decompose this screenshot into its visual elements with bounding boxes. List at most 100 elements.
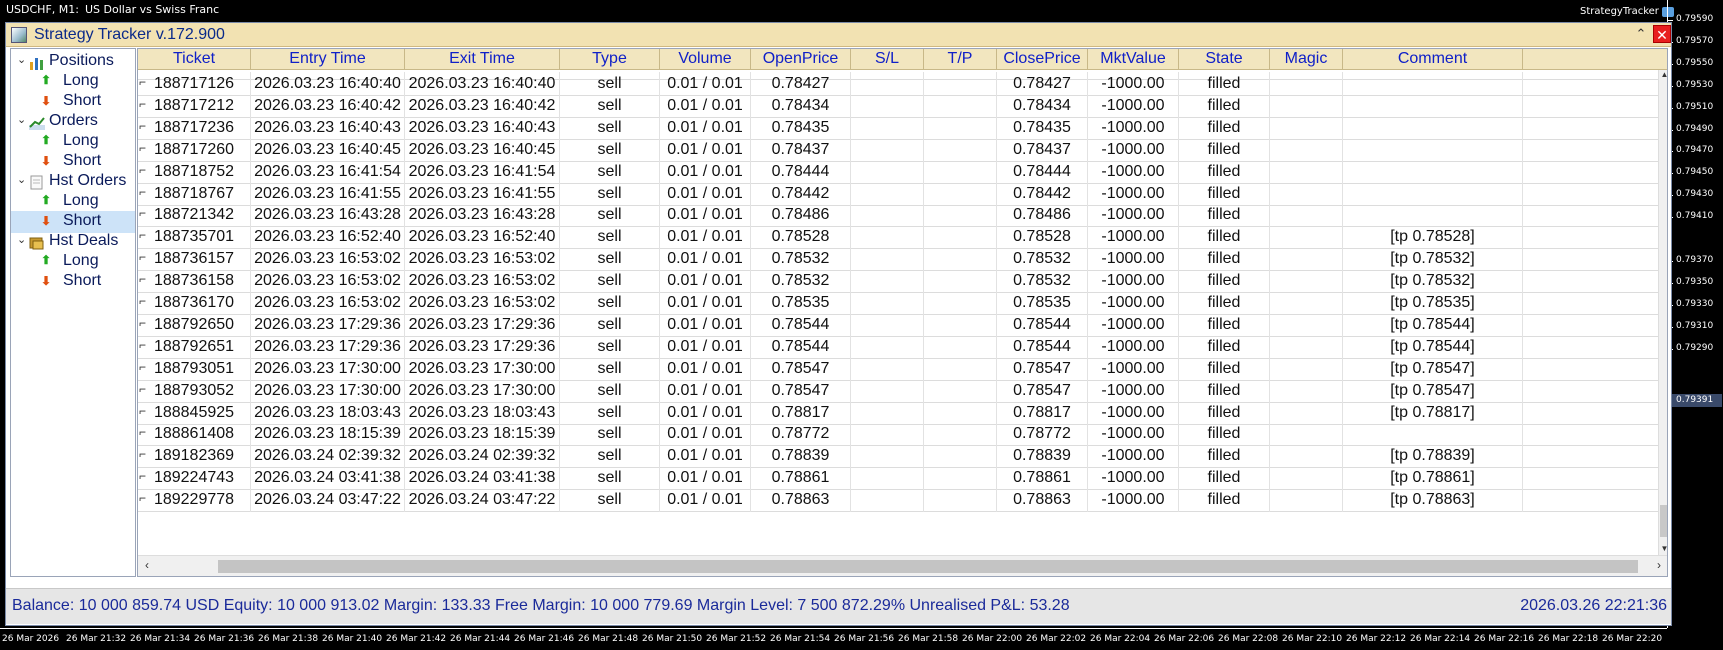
column-header-openprice[interactable]: OpenPrice [751,49,851,70]
cell-magic [1270,444,1343,469]
current-price-label: 0.79391 [1670,394,1722,407]
cell-state: filled [1179,225,1270,250]
cell-volume: 0.01 / 0.01 [660,466,751,491]
cell-comment [1343,72,1523,96]
time-label: 26 Mar 21:36 [194,634,255,644]
table-row[interactable]: ⌐ 188736158 2026.03.23 16:53:02 2026.03.23 … [138,269,1658,294]
cell-openprice: 0.78535 [751,291,851,315]
column-header-ticket[interactable]: Ticket [138,49,251,70]
tree-item-short[interactable]: ⬇ Short [11,91,135,113]
orders-table: Ticket Entry Time Exit Time Type Volume OpenP… [137,48,1668,577]
cell-volume: 0.01 / 0.01 [660,269,751,294]
tree-item-orders[interactable]: ⌄ Orders [11,111,135,133]
table-row[interactable]: ⌐ 188721342 2026.03.23 16:43:28 2026.03.23 … [138,203,1658,228]
tree-item-long[interactable]: ⬆ Long [11,131,135,153]
cell-openprice: 0.78861 [751,466,851,491]
column-header-state[interactable]: State [1179,49,1270,70]
cell-s-l [851,181,924,206]
table-row[interactable]: ⌐ 188792650 2026.03.23 17:29:36 2026.03.23 … [138,312,1658,337]
cell-magic [1270,181,1343,206]
vertical-scroll-thumb[interactable] [1660,505,1667,537]
cell-openprice: 0.78544 [751,312,851,337]
cell-closeprice: 0.78486 [997,203,1088,228]
column-header-entry-time[interactable]: Entry Time [251,49,405,70]
panel-titlebar[interactable]: Strategy Tracker v.172.900 ⌃ ✕ [6,23,1671,47]
tree-item-short[interactable]: ⬇ Short [11,211,135,233]
cell-s-l [851,159,924,184]
table-row[interactable]: ⌐ 188718767 2026.03.23 16:41:55 2026.03.23 … [138,181,1658,206]
column-header-type[interactable]: Type [560,49,660,70]
cell-ticket: 188735701 [138,225,251,250]
scroll-down-icon[interactable]: ▼ [1659,544,1667,553]
table-row[interactable]: ⌐ 188793051 2026.03.23 17:30:00 2026.03.23 … [138,356,1658,381]
table-row[interactable]: ⌐ 188717260 2026.03.23 16:40:45 2026.03.23 … [138,137,1658,162]
cell-entry-time: 2026.03.23 17:30:00 [251,356,405,381]
time-label: 26 Mar 22:08 [1218,634,1279,644]
chevron-down-icon[interactable]: ⌄ [17,233,26,246]
table-row[interactable]: ⌐ 188736157 2026.03.23 16:53:02 2026.03.23 … [138,247,1658,272]
column-header-magic[interactable]: Magic [1270,49,1343,70]
table-row[interactable]: ⌐ 188717236 2026.03.23 16:40:43 2026.03.23 … [138,115,1658,140]
cell-state: filled [1179,488,1270,513]
terminal-window: USDCHF, M1: US Dollar vs Swiss Franc Stra… [0,0,1723,650]
column-header-t-p[interactable]: T/P [924,49,997,70]
cell-volume: 0.01 / 0.01 [660,291,751,315]
time-label: 26 Mar 21:38 [258,634,319,644]
strategy-tracker-badge[interactable]: StrategyTracker [1580,6,1674,17]
scroll-up-icon[interactable]: ▲ [1659,70,1667,79]
tree-item-short[interactable]: ⬇ Short [11,271,135,293]
table-row[interactable]: ⌐ 189224743 2026.03.24 03:41:38 2026.03.24 … [138,466,1658,491]
table-row[interactable]: ⌐ 188717212 2026.03.23 16:40:42 2026.03.23 … [138,93,1658,118]
table-row[interactable]: ⌐ 188717126 2026.03.23 16:40:40 2026.03.23 … [138,72,1658,96]
cell-state: filled [1179,444,1270,469]
scroll-right-icon[interactable]: › [1652,558,1666,572]
table-row[interactable]: ⌐ 188845925 2026.03.23 18:03:43 2026.03.23 … [138,400,1658,425]
cell-volume: 0.01 / 0.01 [660,312,751,337]
account-summary: Balance: 10 000 859.74 USD Equity: 10 00… [12,597,1070,614]
table-row[interactable]: ⌐ 188793052 2026.03.23 17:30:00 2026.03.23 … [138,378,1658,403]
column-header-volume[interactable]: Volume [660,49,751,70]
tree-item-long[interactable]: ⬆ Long [11,71,135,93]
table-row[interactable]: ⌐ 188792651 2026.03.23 17:29:36 2026.03.23 … [138,334,1658,359]
chevron-down-icon[interactable]: ⌄ [17,173,26,186]
table-row[interactable]: ⌐ 189229778 2026.03.24 03:47:22 2026.03.24 … [138,488,1658,513]
cell-openprice: 0.78547 [751,356,851,381]
table-row[interactable]: ⌐ 188861408 2026.03.23 18:15:39 2026.03.23 … [138,422,1658,447]
cell-t-p [924,72,997,96]
column-header-mktvalue[interactable]: MktValue [1088,49,1179,70]
cell-mktvalue: -1000.00 [1088,466,1179,491]
tree-item-hst-deals[interactable]: ⌄ Hst Deals [11,231,135,253]
tree-item-short[interactable]: ⬇ Short [11,151,135,173]
chevron-down-icon[interactable]: ⌄ [17,53,26,66]
horizontal-scroll-thumb[interactable] [218,560,1638,573]
cell-t-p [924,466,997,491]
cell-closeprice: 0.78532 [997,247,1088,272]
table-row[interactable]: ⌐ 189182369 2026.03.24 02:39:32 2026.03.24 … [138,444,1658,469]
cell-comment [1343,137,1523,162]
cell-s-l [851,137,924,162]
chevron-down-icon[interactable]: ⌄ [17,113,26,126]
close-button[interactable]: ✕ [1653,25,1671,43]
cell-s-l [851,203,924,228]
cell-exit-time: 2026.03.23 18:03:43 [405,400,560,425]
table-row[interactable]: ⌐ 188735701 2026.03.23 16:52:40 2026.03.23 … [138,225,1658,250]
tree-item-long[interactable]: ⬆ Long [11,191,135,213]
column-header-exit-time[interactable]: Exit Time [405,49,560,70]
tree-label: Orders [49,112,98,129]
scroll-left-icon[interactable]: ‹ [140,558,154,572]
table-row[interactable]: ⌐ 188736170 2026.03.23 16:53:02 2026.03.23 … [138,291,1658,315]
table-row[interactable]: ⌐ 188718752 2026.03.23 16:41:54 2026.03.23 … [138,159,1658,184]
column-header-comment[interactable]: Comment [1343,49,1523,70]
tree-item-positions[interactable]: ⌄ Positions [11,51,135,73]
cell-ticket: 188861408 [138,422,251,447]
cell-closeprice: 0.78535 [997,291,1088,315]
horizontal-scrollbar[interactable]: ‹ › [138,555,1667,576]
vertical-scrollbar[interactable]: ▲ ▼ [1658,70,1667,555]
column-header-closeprice[interactable]: ClosePrice [997,49,1088,70]
cell-openprice: 0.78437 [751,137,851,162]
tree-item-long[interactable]: ⬆ Long [11,251,135,273]
collapse-button[interactable]: ⌃ [1633,26,1649,42]
tree-item-hst-orders[interactable]: ⌄ Hst Orders [11,171,135,193]
arrow-down-icon: ⬇ [41,274,52,288]
column-header-s-l[interactable]: S/L [851,49,924,70]
